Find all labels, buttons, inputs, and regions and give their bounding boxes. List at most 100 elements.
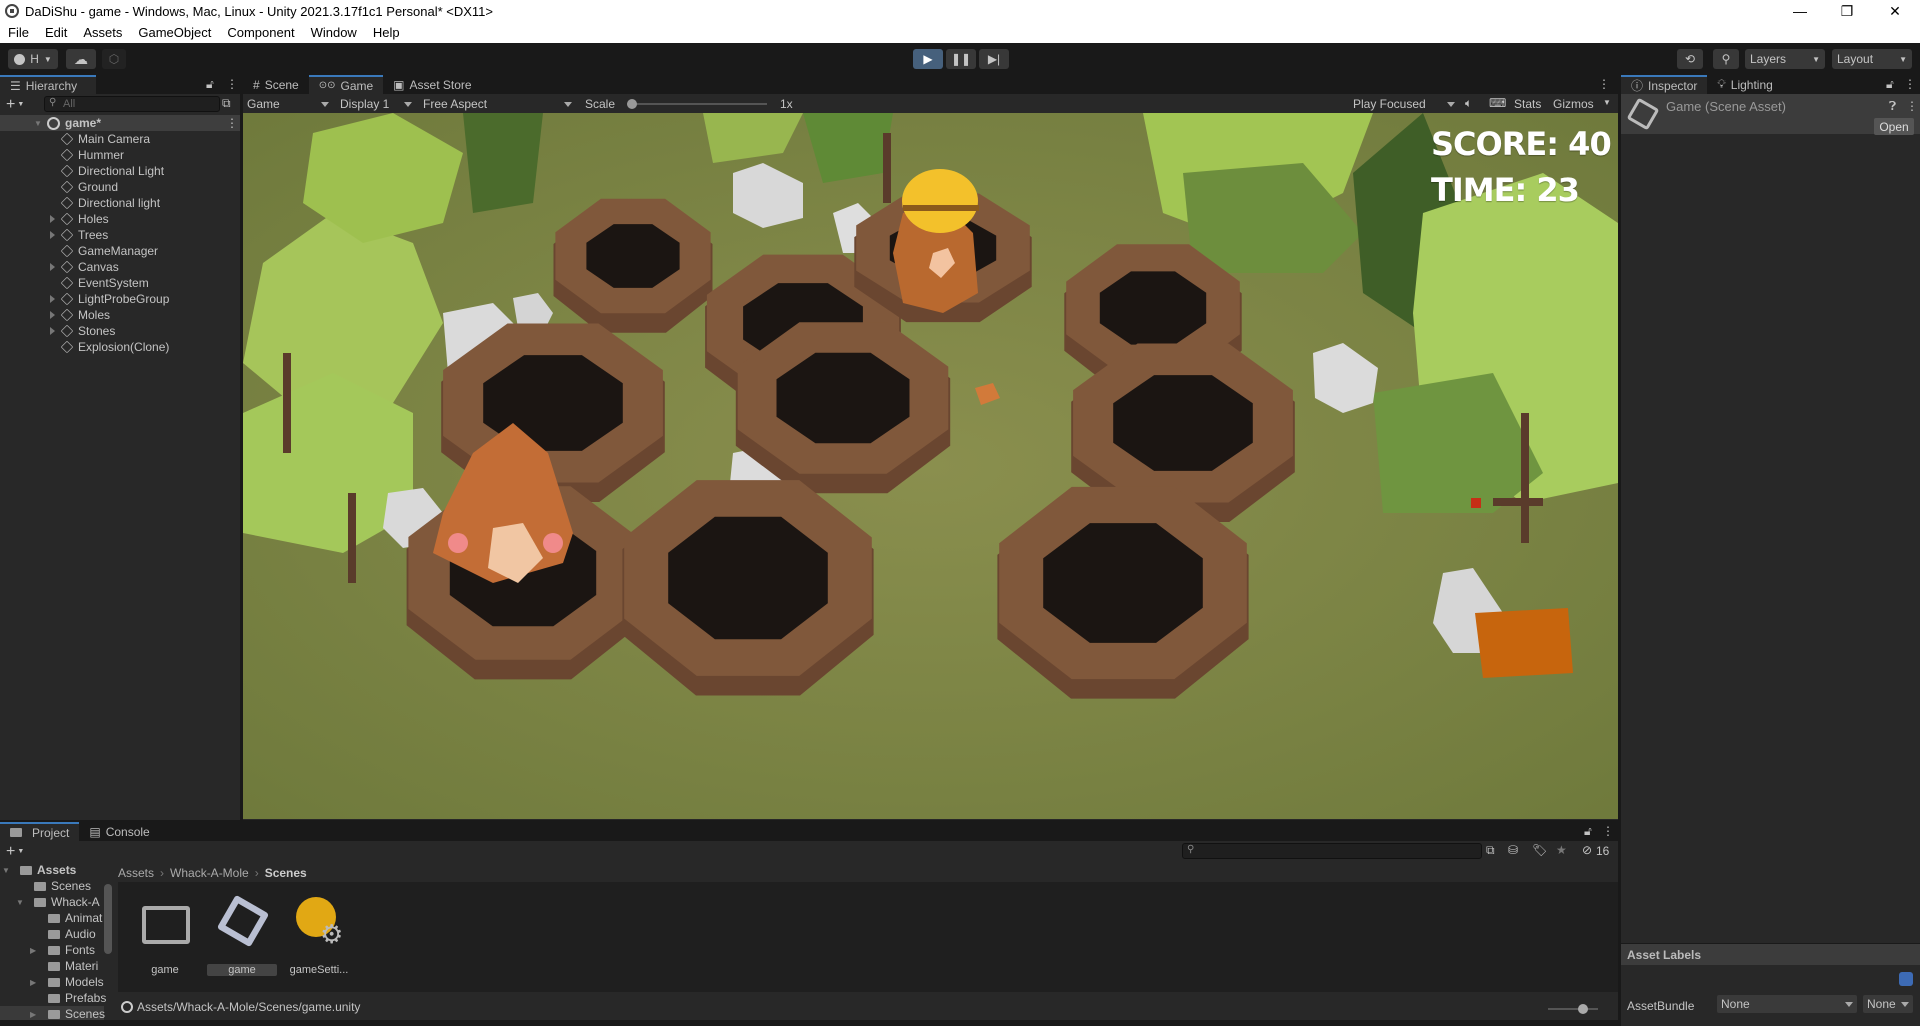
project-tree-item[interactable]: Animat (0, 910, 104, 926)
breadcrumb-assets[interactable]: Assets (118, 866, 154, 880)
favorites-star-icon[interactable]: ★ (1556, 843, 1567, 857)
expand-arrow-icon[interactable] (50, 327, 55, 335)
project-tree-item[interactable]: ▶ Models (0, 974, 104, 990)
expand-arrow-icon[interactable] (50, 311, 55, 319)
help-icon[interactable]: ❓︎ (1889, 99, 1896, 114)
hierarchy-item[interactable]: EventSystem (0, 275, 240, 291)
tab-scene[interactable]: # Scene (243, 75, 309, 94)
tree-scrollbar[interactable] (104, 884, 112, 954)
close-button[interactable]: ✕ (1872, 0, 1918, 22)
project-tree-item[interactable]: ▼ Whack-A (0, 894, 104, 910)
project-tree-item[interactable]: ▼ Assets (0, 862, 104, 878)
filter-by-label-icon[interactable]: 🏷︎ (1532, 843, 1547, 857)
project-tree-item[interactable]: Prefabs (0, 990, 106, 1006)
project-search-input[interactable]: ⚲ (1182, 843, 1482, 859)
label-tag-icon[interactable] (1899, 972, 1913, 986)
menu-assets[interactable]: Assets (75, 25, 130, 40)
account-button[interactable]: H ▼ (8, 49, 58, 69)
collapse-arrow-icon[interactable]: ▼ (16, 898, 24, 907)
scale-slider-handle[interactable] (627, 99, 637, 109)
expand-arrow-icon[interactable] (50, 263, 55, 271)
breadcrumb-whack-a-mole[interactable]: Whack-A-Mole (170, 866, 249, 880)
menu-component[interactable]: Component (219, 25, 302, 40)
menu-edit[interactable]: Edit (37, 25, 75, 40)
hierarchy-item[interactable]: Main Camera (0, 131, 240, 147)
hierarchy-item[interactable]: Holes (0, 211, 240, 227)
tab-project[interactable]: Project (0, 822, 80, 841)
tab-asset-store[interactable]: ▣ Asset Store (383, 75, 481, 94)
tab-hierarchy[interactable]: ☰ Hierarchy (0, 75, 96, 94)
expand-arrow-icon[interactable] (50, 215, 55, 223)
filter-by-type-icon[interactable]: ⛁ (1508, 843, 1518, 857)
expand-arrow-icon[interactable] (50, 295, 55, 303)
hole-pit[interactable] (668, 516, 828, 640)
hierarchy-search-input[interactable]: ⚲ All (44, 96, 220, 112)
audio-mute-icon[interactable]: 🔈︎ (1465, 96, 1472, 111)
project-tree-item[interactable]: Audio (0, 926, 104, 942)
hierarchy-item[interactable]: Explosion(Clone) (0, 339, 240, 355)
hierarchy-item[interactable]: Ground (0, 179, 240, 195)
hierarchy-item[interactable]: Moles (0, 307, 240, 323)
more-options-icon[interactable]: ⋮ (1602, 824, 1614, 838)
asset-item[interactable]: game (207, 892, 277, 982)
search-by-type-icon[interactable]: ⧉ (1486, 843, 1495, 858)
hierarchy-item[interactable]: LightProbeGroup (0, 291, 240, 307)
hierarchy-item[interactable]: Stones (0, 323, 240, 339)
lock-icon[interactable]: 🔓︎ (1584, 824, 1592, 839)
add-icon[interactable]: + (6, 96, 15, 114)
hole-pit[interactable] (1043, 523, 1203, 643)
search-button[interactable]: ⚲ (1713, 49, 1739, 69)
chevron-down-icon[interactable]: ▼ (1603, 98, 1611, 107)
layout-dropdown[interactable]: Layout ▼ (1832, 49, 1912, 69)
tab-game[interactable]: ⊙⊙ Game (308, 75, 384, 94)
asset-item[interactable]: ⚙ gameSetti... (284, 892, 354, 982)
hierarchy-item[interactable]: Hummer (0, 147, 240, 163)
icon-size-slider-handle[interactable] (1578, 1004, 1588, 1014)
expand-arrow-icon[interactable] (50, 231, 55, 239)
lock-icon[interactable]: 🔓︎ (206, 77, 214, 92)
game-viewport[interactable]: SCORE: 40 TIME: 23 (243, 113, 1618, 819)
breadcrumb-scenes[interactable]: Scenes (265, 866, 307, 880)
tab-lighting[interactable]: 💡︎ Lighting (1707, 75, 1782, 94)
restore-button[interactable]: ❐ (1824, 0, 1870, 22)
hierarchy-item[interactable]: Canvas (0, 259, 240, 275)
hierarchy-item[interactable]: Directional light (0, 195, 240, 211)
more-options-icon[interactable]: ⋮ (226, 77, 238, 91)
tab-console[interactable]: ▤ Console (79, 822, 159, 841)
more-options-icon[interactable]: ⋮ (226, 116, 238, 130)
keyboard-icon[interactable]: ⌨ (1489, 96, 1506, 110)
hierarchy-item[interactable]: GameManager (0, 243, 240, 259)
tab-inspector[interactable]: ⓘ Inspector (1621, 75, 1708, 94)
lock-icon[interactable]: 🔓︎ (1886, 77, 1894, 92)
icon-size-slider[interactable] (1548, 1004, 1598, 1014)
asset-bundle-variant-select[interactable]: None (1863, 995, 1913, 1013)
menu-file[interactable]: File (0, 25, 37, 40)
add-icon[interactable]: + (6, 843, 15, 861)
more-options-icon[interactable]: ⋮ (1598, 77, 1610, 91)
project-tree-item[interactable]: Scenes (0, 878, 104, 894)
minimize-button[interactable]: — (1777, 0, 1823, 22)
chevron-down-icon[interactable]: ▼ (17, 848, 24, 855)
more-options-icon[interactable]: ⋮ (1906, 99, 1918, 113)
scale-slider[interactable] (627, 99, 767, 109)
cloud-button[interactable]: ☁ (66, 49, 96, 69)
hole-pit[interactable] (586, 224, 680, 288)
layers-dropdown[interactable]: Layers ▼ (1745, 49, 1825, 69)
project-tree-item[interactable]: ▶ Scenes (0, 1006, 105, 1020)
more-options-icon[interactable]: ⋮ (1904, 77, 1916, 91)
hidden-packages-icon[interactable]: ⊘ (1582, 843, 1592, 857)
aspect-select[interactable]: Free Aspect (419, 95, 576, 113)
undo-history-button[interactable]: ⟲ (1677, 49, 1703, 69)
hierarchy-item[interactable]: Trees (0, 227, 240, 243)
menu-gameobject[interactable]: GameObject (130, 25, 219, 40)
play-mode-select[interactable]: Play Focused (1349, 95, 1459, 113)
collapse-arrow-icon[interactable]: ▼ (2, 866, 10, 875)
view-select[interactable]: Game (243, 95, 333, 113)
stats-toggle[interactable]: Stats (1514, 97, 1541, 111)
hole-pit[interactable] (1113, 375, 1253, 471)
step-button[interactable]: ▶| (979, 49, 1009, 69)
gizmos-toggle[interactable]: Gizmos (1553, 97, 1594, 111)
expand-arrow-icon[interactable]: ▶ (30, 1010, 36, 1019)
collab-button[interactable]: ⬡ (102, 49, 126, 69)
asset-item[interactable]: game (130, 892, 200, 982)
